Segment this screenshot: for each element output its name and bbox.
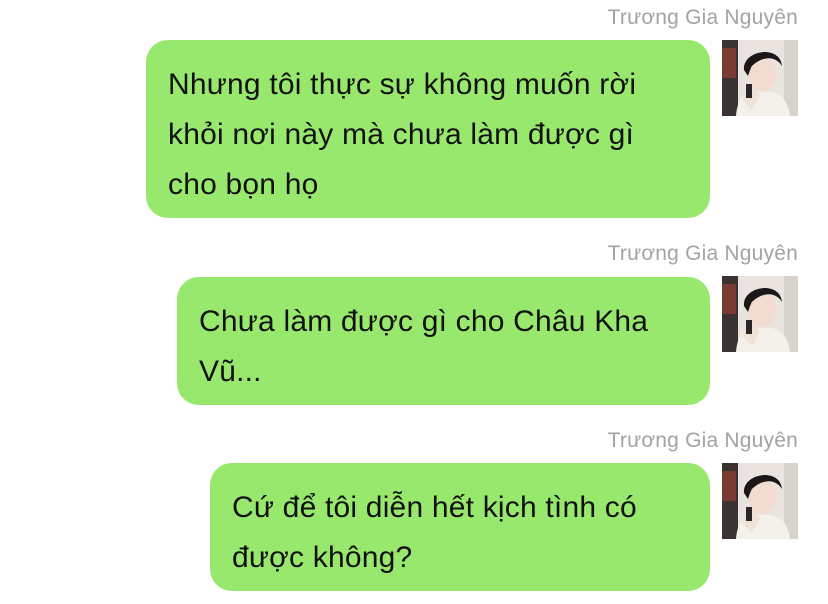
- message-text: Cứ để tôi diễn hết kịch tình có được khô…: [232, 491, 637, 574]
- message-bubble[interactable]: Cứ để tôi diễn hết kịch tình có được khô…: [210, 463, 710, 591]
- chat-message: Trương Gia Nguyên Cứ để tôi diễn hết kịc…: [0, 0, 828, 600]
- sender-name: Trương Gia Nguyên: [607, 429, 798, 452]
- profile-photo-icon: [722, 463, 798, 539]
- avatar[interactable]: [722, 463, 798, 539]
